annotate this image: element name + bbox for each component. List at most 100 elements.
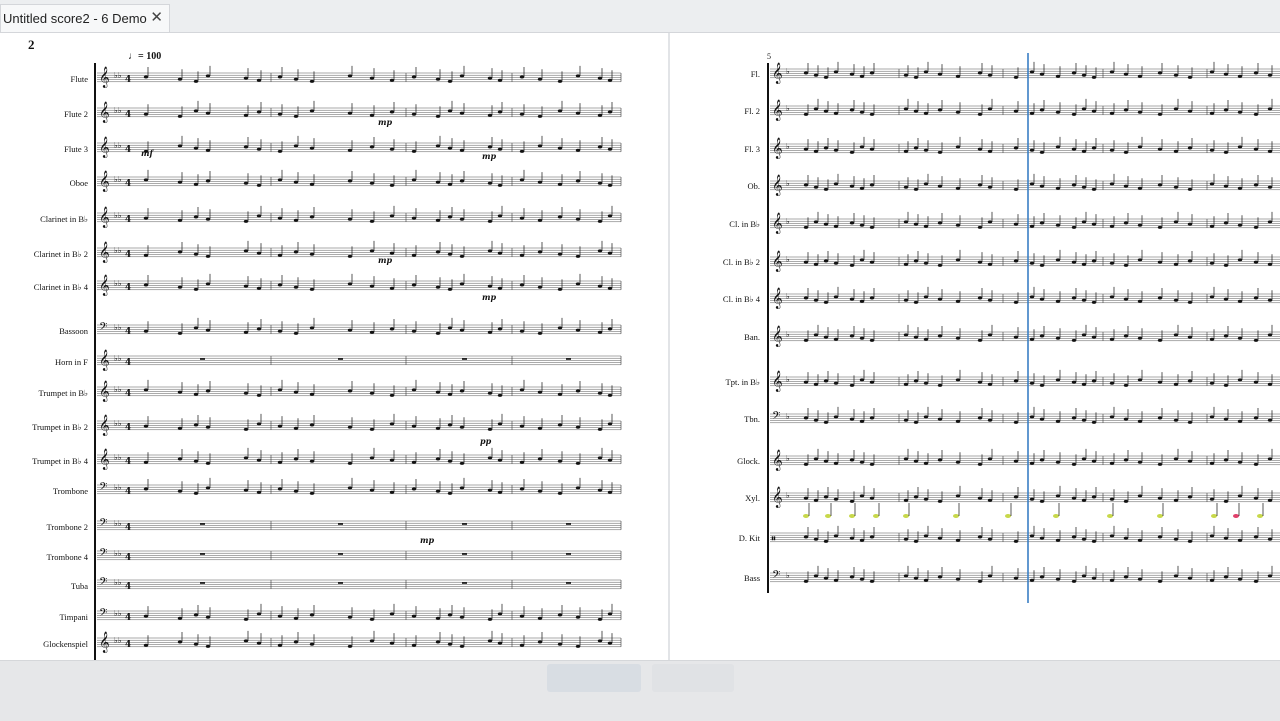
note-notehead — [813, 382, 819, 386]
instrument-label[interactable]: Clarinet in B♭ 2 — [34, 249, 88, 260]
instrument-label[interactable]: Ban. — [744, 332, 760, 342]
close-icon[interactable]: ✕ — [150, 9, 163, 27]
instrument-label[interactable]: Ob. — [747, 181, 760, 191]
instrument-label[interactable]: Glock. — [737, 456, 760, 466]
note-notehead — [1071, 380, 1077, 384]
note-notehead — [1187, 222, 1193, 226]
key-signature-flat: ♭ — [786, 375, 790, 384]
score-page-left[interactable]: 2 ♩= 100 𝄞 ♭♭ 4 𝄞 ♭♭ 4 𝄞 ♭♭ 4 𝄞 ♭♭ 4 𝄞 ♭♭ 4 𝄞 ♭♭ 4 𝄞 ♭♭ 4 𝄢 ♭♭… — [0, 33, 668, 660]
instrument-label[interactable]: Oboe — [70, 178, 88, 188]
instrument-label[interactable]: Bassoon — [59, 326, 88, 336]
note-notehead — [487, 249, 493, 253]
note-notehead — [293, 331, 299, 335]
instrument-label[interactable]: Glockenspiel — [43, 639, 88, 649]
key-signature-flat: ♭♭ — [114, 354, 122, 363]
instrument-label[interactable]: Xyl. — [745, 493, 760, 503]
instrument-label[interactable]: Trombone 4 — [47, 552, 88, 562]
score-tab[interactable]: Untitled score2 - 6 Demo ✕ — [0, 4, 170, 32]
note-notehead — [487, 617, 493, 621]
note-notehead — [497, 327, 503, 331]
instrument-label[interactable]: Timpani — [59, 612, 88, 622]
instrument-label[interactable]: Cl. in B♭ 4 — [723, 294, 760, 305]
instrument-label[interactable]: Tuba — [71, 581, 88, 591]
note-notehead — [977, 535, 983, 539]
note-notehead — [1029, 224, 1035, 228]
note-notehead — [903, 574, 909, 578]
note-notehead — [813, 262, 819, 266]
time-signature: 4 — [125, 553, 131, 563]
note-notehead — [937, 334, 943, 338]
instrument-label[interactable]: Clarinet in B♭ 4 — [34, 282, 88, 293]
instrument-label[interactable]: Fl. 2 — [744, 106, 760, 116]
instrument-label[interactable]: Trumpet in B♭ 4 — [32, 456, 88, 467]
instrument-label[interactable]: Bass — [744, 573, 760, 583]
key-signature-flat: ♭♭ — [114, 453, 122, 462]
note-notehead — [1253, 147, 1259, 151]
note-notehead — [256, 110, 262, 114]
note-notehead — [1091, 495, 1097, 499]
note-notehead — [435, 457, 441, 461]
whole-rest — [200, 523, 205, 525]
note-notehead — [389, 458, 395, 462]
note-notehead — [487, 113, 493, 117]
note-notehead — [1209, 111, 1215, 115]
instrument-label[interactable]: Flute 2 — [64, 109, 88, 119]
note-notehead — [1039, 417, 1045, 421]
time-signature: 4 — [125, 75, 131, 85]
note-notehead — [487, 456, 493, 460]
panel-button-2[interactable] — [652, 664, 734, 692]
note-notehead — [411, 75, 417, 79]
note-notehead — [293, 218, 299, 222]
instrument-label[interactable]: Cl. in B♭ — [729, 219, 760, 230]
instrument-label[interactable]: Tbn. — [744, 414, 760, 424]
note-notehead — [833, 497, 839, 501]
instrument-label[interactable]: Horn in F — [55, 357, 88, 367]
instrument-label[interactable]: Trumpet in B♭ 2 — [32, 422, 88, 433]
note-notehead — [977, 183, 983, 187]
time-signature: 4 — [125, 640, 131, 650]
note-notehead — [1173, 262, 1179, 266]
treble-clef-icon: 𝄞 — [99, 67, 110, 88]
note-notehead — [143, 643, 149, 647]
dynamic-marking: mp — [482, 151, 496, 161]
note-notehead — [1029, 415, 1035, 419]
instrument-label[interactable]: D. Kit — [739, 533, 760, 543]
note-notehead — [869, 416, 875, 420]
note-notehead — [177, 489, 183, 493]
note-notehead — [869, 338, 875, 342]
note-notehead — [913, 222, 919, 226]
note-notehead — [833, 578, 839, 582]
score-notation-right[interactable]: 𝄞 ♭𝄞 ♭𝄞 ♭𝄞 ♭𝄞 ♭𝄞 ♭𝄞 ♭𝄞 ♭𝄞 ♭𝄢 ♭𝄞 ♭𝄞 ♭𝄥𝄢 ♭ — [670, 33, 1280, 660]
instrument-label[interactable]: Fl. — [751, 69, 760, 79]
note-notehead — [859, 419, 865, 423]
note-notehead — [435, 489, 441, 493]
instrument-label[interactable]: Flute 3 — [64, 144, 88, 154]
instrument-label[interactable]: Clarinet in B♭ — [40, 214, 88, 225]
note-notehead — [1091, 109, 1097, 113]
note-notehead — [913, 379, 919, 383]
note-notehead — [447, 642, 453, 646]
instrument-label[interactable]: Tpt. in B♭ — [726, 377, 760, 388]
treble-clef-icon: 𝄞 — [772, 100, 783, 121]
note-notehead — [537, 285, 543, 289]
panel-button-1[interactable] — [547, 664, 641, 692]
note-notehead — [1223, 575, 1229, 579]
note-notehead — [913, 335, 919, 339]
score-notation-left[interactable]: 𝄞 ♭♭ 4𝄞 ♭♭ 4𝄞 ♭♭ 4𝄞 ♭♭ 4𝄞 ♭♭ 4𝄞 ♭♭ 4𝄞 ♭♭ 4𝄢 ♭♭ 4𝄞 ♭♭ 4𝄞 ♭♭ 4… — [0, 33, 668, 660]
note-notehead — [447, 215, 453, 219]
note-notehead — [1109, 224, 1115, 228]
note-notehead — [1223, 417, 1229, 421]
note-notehead — [277, 460, 283, 464]
note-notehead — [1013, 420, 1019, 424]
treble-clef-icon: 𝄞 — [772, 326, 783, 347]
note-notehead — [256, 183, 262, 187]
instrument-label[interactable]: Cl. in B♭ 2 — [723, 257, 760, 268]
instrument-label[interactable]: Trombone — [53, 486, 88, 496]
instrument-label[interactable]: Fl. 3 — [744, 144, 760, 154]
note-notehead — [903, 262, 909, 266]
instrument-label[interactable]: Trombone 2 — [47, 522, 88, 532]
instrument-label[interactable]: Trumpet in B♭ — [38, 388, 88, 399]
instrument-label[interactable]: Flute — [71, 74, 88, 84]
note-notehead — [1123, 150, 1129, 154]
score-page-right[interactable]: 5 𝄞 ♭ 𝄞 ♭ 𝄞 ♭ 𝄞 ♭ 𝄞 ♭ 𝄞 ♭ 𝄞 ♭ 𝄞 ♭ 𝄞 ♭ 𝄢 ♭ 𝄞 ♭ 𝄞 ♭ 𝄥 𝄢 ♭ Fl. Fl. 2 Fl… — [670, 33, 1280, 660]
